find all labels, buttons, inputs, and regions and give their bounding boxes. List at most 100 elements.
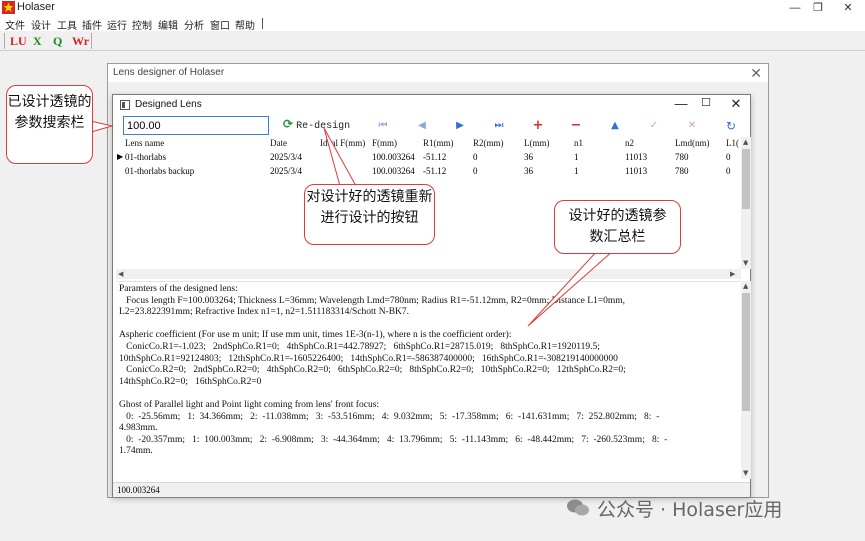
scroll-down-icon[interactable]: ▼	[743, 259, 748, 267]
cell-date: 2025/3/4	[270, 152, 303, 162]
table-vertical-scrollbar[interactable]: ▲ ▼	[741, 137, 751, 269]
menu-window[interactable]: 窗口	[210, 17, 230, 32]
menubar: 文件 设计 工具 插件 运行 控制 编辑 分析 窗口 帮助	[0, 16, 865, 32]
column-header[interactable]: n2	[625, 138, 634, 148]
move-up-icon[interactable]: ▲	[607, 118, 623, 134]
first-record-icon[interactable]: ⏮	[375, 118, 391, 134]
app-restore-button[interactable]: ❐	[808, 0, 828, 16]
cell-n1: 1	[574, 152, 579, 162]
cell-l: 36	[524, 152, 533, 162]
wechat-icon	[567, 499, 589, 516]
cell-n1: 1	[574, 166, 579, 176]
menu-analysis[interactable]: 分析	[184, 17, 204, 32]
scroll-up-icon[interactable]: ▲	[743, 282, 748, 290]
menu-design[interactable]: 设计	[31, 17, 51, 32]
column-header[interactable]: F(mm)	[372, 138, 397, 148]
scroll-thumb[interactable]	[742, 149, 750, 209]
column-header[interactable]: Lens name	[125, 138, 164, 148]
scroll-up-icon[interactable]: ▲	[743, 138, 748, 146]
menu-edit[interactable]: 编辑	[158, 17, 178, 32]
app-minimize-button[interactable]: —	[785, 0, 805, 16]
cell-l1: 0	[726, 152, 731, 162]
cell-lmd: 780	[675, 166, 689, 176]
menu-separator	[262, 18, 263, 29]
table-row[interactable]: ▶ 01-thorlabs 2025/3/4 100.003264 -51.12…	[116, 151, 740, 165]
column-header[interactable]: Ideal F(mm)	[320, 138, 365, 148]
lens-designer-title: Lens designer of Holaser	[113, 67, 225, 78]
redesign-button[interactable]: ⟳ Re-design	[283, 117, 350, 135]
column-header[interactable]: Date	[270, 138, 287, 148]
cell-date: 2025/3/4	[270, 166, 303, 176]
lens-summary-text[interactable]: Paramters of the designed lens: Focus le…	[116, 281, 741, 479]
refresh-data-icon[interactable]: ↻	[723, 118, 739, 134]
summary-line	[119, 388, 738, 400]
summary-line: ConicCo.R1=-1.023; 2ndSphCo.R1=0; 4thSph…	[119, 341, 600, 352]
scroll-thumb[interactable]	[742, 293, 750, 411]
status-focus-value: 100.003264	[117, 485, 160, 495]
summary-line: 1.74mm.	[119, 446, 153, 457]
cancel-edit-icon[interactable]: ✕	[684, 118, 700, 134]
summary-vertical-scrollbar[interactable]: ▲ ▼	[741, 281, 751, 479]
cell-r2: 0	[473, 166, 478, 176]
summary-line: L2=23.822391mm; Refractive Index n1=1, n…	[119, 307, 410, 318]
cell-lens-name: 01-thorlabs backup	[125, 166, 195, 176]
menu-tools[interactable]: 工具	[57, 17, 77, 32]
column-header[interactable]: R2(mm)	[473, 138, 504, 148]
delete-record-icon[interactable]: −	[568, 118, 584, 134]
last-record-icon[interactable]: ⏭	[491, 118, 507, 134]
watermark-text: 公众号 · Holaser应用	[597, 499, 783, 521]
menu-plugins[interactable]: 插件	[82, 17, 102, 32]
cell-l1: 0	[726, 166, 731, 176]
column-header[interactable]: Lmd(nm)	[675, 138, 710, 148]
refresh-icon: ⟳	[283, 117, 294, 131]
cell-ideal-f	[320, 152, 322, 162]
summary-line: Paramters of the designed lens:	[119, 284, 238, 294]
menu-file[interactable]: 文件	[5, 17, 25, 32]
cell-r1: -51.12	[423, 166, 447, 176]
lens-search-input[interactable]	[123, 116, 269, 135]
table-horizontal-scrollbar[interactable]: ◀ ▶	[116, 269, 741, 279]
designed-lens-dialog: Designed Lens — ☐ ✕ ⟳Re-design ⏮ ◀ ▶ ⏭ +…	[112, 94, 751, 497]
column-header[interactable]: L1(	[726, 138, 739, 148]
menu-control[interactable]: 控制	[132, 17, 152, 32]
lens-designer-close-icon[interactable]: ✕	[750, 65, 762, 82]
column-header[interactable]: L(mm)	[524, 138, 550, 148]
scroll-right-icon[interactable]: ▶	[730, 270, 735, 278]
summary-line: Focus length F=100.003264; Thickness L=3…	[119, 295, 626, 306]
toolbar-q-button[interactable]: Q	[53, 34, 62, 49]
cell-r1: -51.12	[423, 152, 447, 162]
column-header[interactable]: n1	[574, 138, 583, 148]
toolbar-lu-button[interactable]: LU	[10, 34, 27, 49]
menu-help[interactable]: 帮助	[235, 17, 255, 32]
column-header[interactable]: R1(mm)	[423, 138, 454, 148]
app-logo-icon	[2, 1, 15, 14]
dialog-window-icon	[120, 100, 130, 110]
scroll-down-icon[interactable]: ▼	[743, 469, 748, 477]
app-title: Holaser	[17, 1, 55, 13]
dialog-maximize-button[interactable]: ☐	[695, 96, 717, 109]
dialog-title: Designed Lens	[135, 99, 202, 110]
app-close-button[interactable]: ✕	[838, 0, 858, 16]
dialog-close-button[interactable]: ✕	[725, 96, 747, 112]
toolbar-wr-button[interactable]: Wr	[72, 34, 89, 49]
scroll-left-icon[interactable]: ◀	[118, 270, 123, 278]
menu-run[interactable]: 运行	[107, 17, 127, 32]
next-record-icon[interactable]: ▶	[452, 118, 468, 134]
summary-line: 0: -25.56mm; 1: 34.366mm; 2: -11.038mm; …	[119, 411, 660, 422]
confirm-icon[interactable]: ✓	[646, 118, 662, 134]
prev-record-icon[interactable]: ◀	[414, 118, 430, 134]
dialog-minimize-button[interactable]: —	[670, 96, 692, 111]
table-row[interactable]: 01-thorlabs backup 2025/3/4 100.003264 -…	[116, 165, 740, 179]
lens-designer-titlebar: Lens designer of Holaser ✕	[108, 64, 768, 82]
app-titlebar: Holaser — ❐ ✕	[0, 0, 865, 16]
toolbar-x-button[interactable]: X	[33, 34, 42, 49]
callout-text: 设计好的透镜参数汇总栏	[568, 208, 667, 245]
redesign-label: Re-design	[296, 121, 351, 132]
summary-line: 4.983mm.	[119, 423, 158, 434]
main-toolbar: LU X Q Wr	[0, 31, 865, 51]
summary-line: 10thSphCo.R1=92124803; 12thSphCo.R1=-160…	[119, 353, 618, 364]
summary-line: Ghost of Parallel light and Point light …	[119, 399, 380, 410]
summary-line: Aspheric coefficient (For use m unit; If…	[119, 330, 512, 341]
cell-f: 100.003264	[372, 166, 415, 176]
add-record-icon[interactable]: +	[530, 118, 546, 134]
